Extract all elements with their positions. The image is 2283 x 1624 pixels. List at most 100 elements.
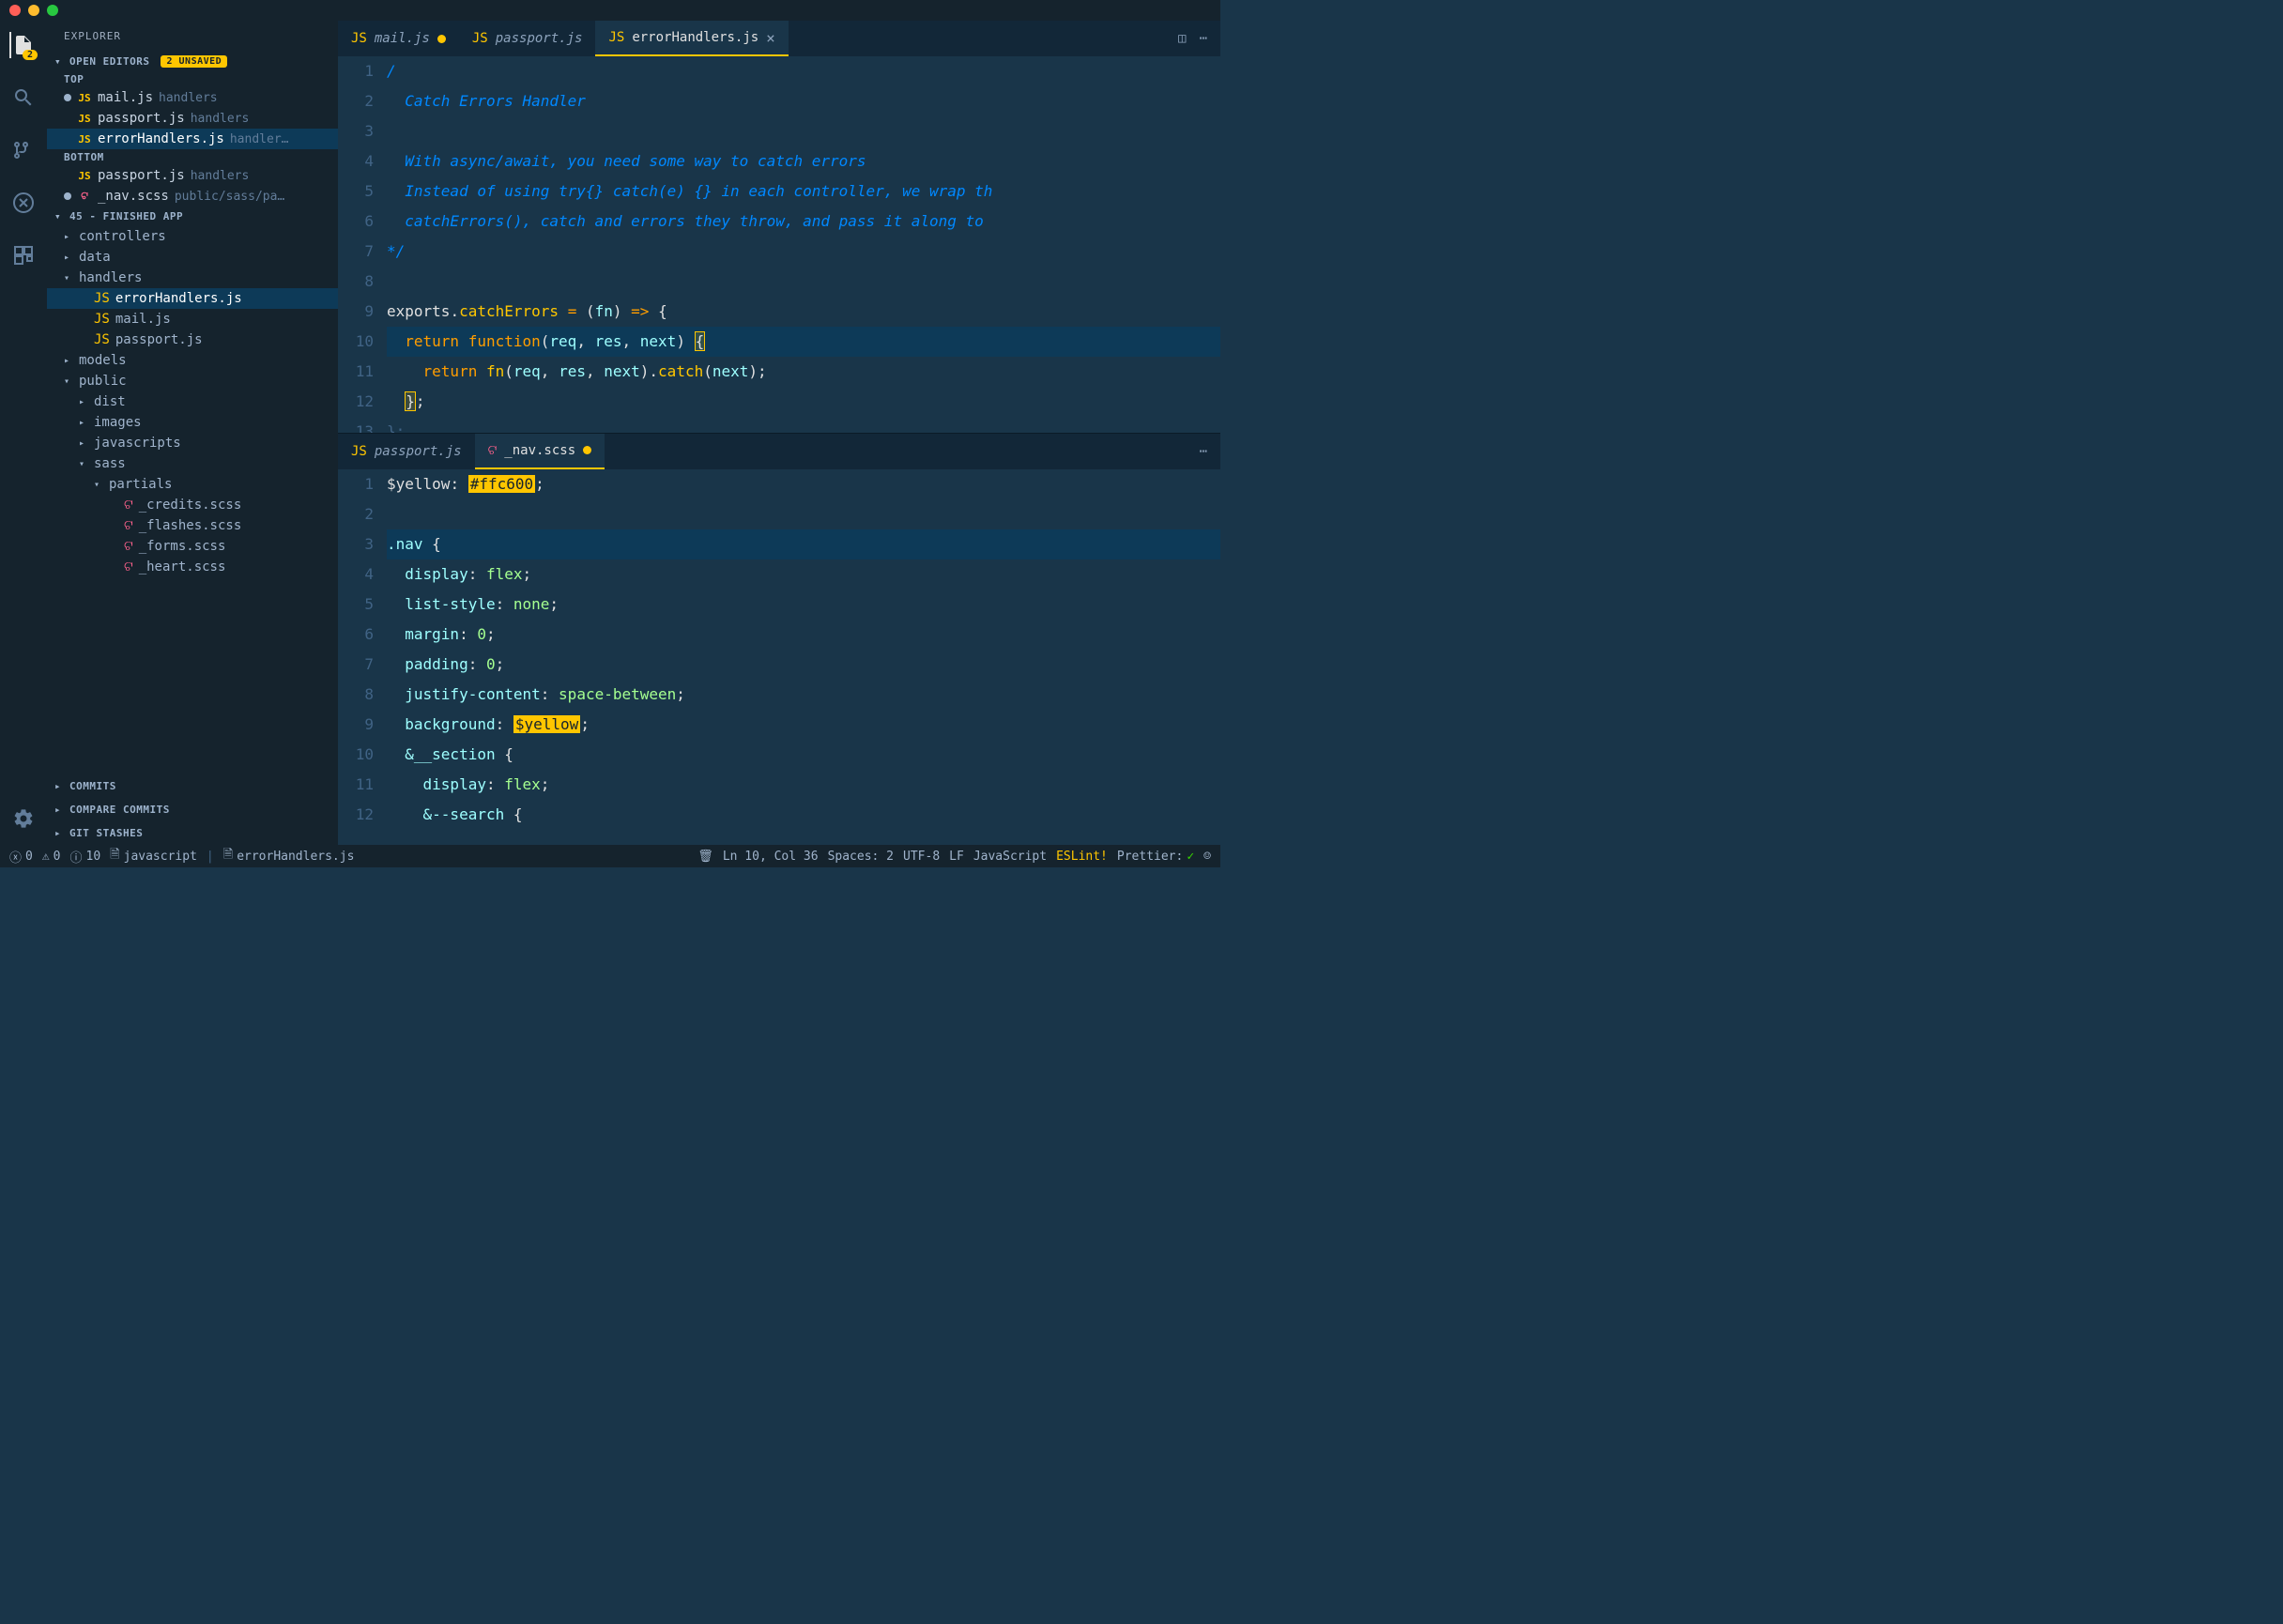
window-minimize-button[interactable]: [28, 5, 39, 16]
status-info[interactable]: ⓘ 10: [70, 848, 101, 866]
status-spaces[interactable]: Spaces: 2: [828, 850, 894, 864]
window-close-button[interactable]: [9, 5, 21, 16]
editor-tab[interactable]: ଟ _nav.scss: [475, 434, 605, 469]
tree-item[interactable]: ଟ_forms.scss: [47, 536, 338, 557]
code-line[interactable]: catchErrors(), catch and errors they thr…: [387, 207, 1220, 237]
debug-icon[interactable]: [10, 190, 37, 216]
code-line[interactable]: */: [387, 237, 1220, 267]
tree-item[interactable]: models: [47, 350, 338, 371]
explorer-icon[interactable]: 2: [9, 32, 36, 58]
tree-item[interactable]: sass: [47, 453, 338, 474]
code-line[interactable]: display: flex;: [387, 559, 1220, 590]
file-path: public/sass/pa…: [175, 190, 284, 204]
project-header[interactable]: 45 - FINISHED APP: [47, 207, 338, 226]
line-number: 13: [338, 417, 374, 433]
editor-bottom[interactable]: 123456789101112 $yellow: #ffc600;.nav { …: [338, 469, 1220, 846]
code-line[interactable]: display: flex;: [387, 770, 1220, 800]
code-line[interactable]: [387, 116, 1220, 146]
open-editor-item[interactable]: JS errorHandlers.js handler…: [47, 129, 338, 149]
tree-item[interactable]: handlers: [47, 268, 338, 288]
more-actions-icon[interactable]: ⋯: [1200, 31, 1207, 46]
sidebar-section-header[interactable]: COMMITS: [47, 774, 338, 798]
js-file-icon: JS: [351, 31, 367, 46]
more-actions-icon[interactable]: ⋯: [1200, 444, 1207, 459]
open-editor-item[interactable]: JS passport.js handlers: [47, 165, 338, 186]
code-line[interactable]: [387, 267, 1220, 297]
status-warnings[interactable]: ⚠ 0: [42, 850, 61, 864]
editor-tab[interactable]: JS errorHandlers.js ×: [595, 21, 788, 56]
code-line[interactable]: padding: 0;: [387, 650, 1220, 680]
tree-item[interactable]: dist: [47, 391, 338, 412]
source-control-icon[interactable]: [10, 137, 37, 163]
code-line[interactable]: Instead of using try{} catch(e) {} in ea…: [387, 176, 1220, 207]
status-prettier[interactable]: Prettier: ✓: [1117, 850, 1194, 864]
tree-item[interactable]: JSpassport.js: [47, 329, 338, 350]
js-file-icon: JS: [77, 113, 92, 125]
code-line[interactable]: justify-content: space-between;: [387, 680, 1220, 710]
close-icon[interactable]: ×: [766, 29, 775, 47]
file-path: handlers: [191, 112, 250, 126]
status-smiley-icon[interactable]: ☺: [1203, 850, 1211, 864]
tree-item[interactable]: javascripts: [47, 433, 338, 453]
tree-item[interactable]: partials: [47, 474, 338, 495]
open-editors-header[interactable]: OPEN EDITORS 2 UNSAVED: [47, 52, 338, 71]
open-editor-item[interactable]: JS mail.js handlers: [47, 87, 338, 108]
line-number: 1: [338, 56, 374, 86]
settings-icon[interactable]: [10, 805, 37, 832]
tree-item[interactable]: ଟ_flashes.scss: [47, 515, 338, 536]
folder-name: javascripts: [94, 436, 181, 451]
status-position[interactable]: Ln 10, Col 36: [723, 850, 819, 864]
code-line[interactable]: &__section {: [387, 740, 1220, 770]
window-titlebar: [0, 0, 1220, 21]
editor-tab[interactable]: JS mail.js: [338, 21, 459, 56]
sidebar-section-header[interactable]: GIT STASHES: [47, 821, 338, 845]
code-line[interactable]: [387, 499, 1220, 529]
status-language[interactable]: JavaScript: [973, 850, 1047, 864]
status-file[interactable]: 🗎 errorHandlers.js: [223, 846, 355, 866]
editor-top[interactable]: 12345678910111213 / Catch Errors Handler…: [338, 56, 1220, 433]
code-line[interactable]: list-style: none;: [387, 590, 1220, 620]
code-line[interactable]: /: [387, 56, 1220, 86]
code-line[interactable]: Catch Errors Handler: [387, 86, 1220, 116]
line-number: 1: [338, 469, 374, 499]
tree-item[interactable]: ଟ_heart.scss: [47, 557, 338, 577]
tree-item[interactable]: controllers: [47, 226, 338, 247]
file-path: handlers: [191, 169, 250, 183]
code-line[interactable]: return fn(req, res, next).catch(next);: [387, 357, 1220, 387]
tree-item[interactable]: JSmail.js: [47, 309, 338, 329]
sidebar-section-header[interactable]: COMPARE COMMITS: [47, 798, 338, 821]
editor-tab[interactable]: JS passport.js: [338, 434, 475, 469]
js-file-icon: JS: [94, 332, 110, 347]
status-errors[interactable]: ⓧ 0: [9, 848, 33, 866]
code-line[interactable]: .nav {: [387, 529, 1220, 559]
open-editor-item[interactable]: JS passport.js handlers: [47, 108, 338, 129]
status-encoding[interactable]: UTF-8: [903, 850, 940, 864]
tree-item[interactable]: images: [47, 412, 338, 433]
editor-area: JS mail.js JS passport.js JS errorHandle…: [338, 21, 1220, 845]
extensions-icon[interactable]: [10, 242, 37, 268]
status-eslint[interactable]: ESLint!: [1056, 850, 1108, 864]
status-eol[interactable]: LF: [949, 850, 964, 864]
editor-tab[interactable]: JS passport.js: [459, 21, 596, 56]
tree-item[interactable]: ଟ_credits.scss: [47, 495, 338, 515]
tree-item[interactable]: JSerrorHandlers.js: [47, 288, 338, 309]
code-line[interactable]: With async/await, you need some way to c…: [387, 146, 1220, 176]
status-lang-icon[interactable]: 🗎 javascript: [110, 846, 197, 866]
code-line[interactable]: };: [387, 417, 1220, 433]
window-maximize-button[interactable]: [47, 5, 58, 16]
search-icon[interactable]: [10, 84, 37, 111]
split-editor-icon[interactable]: ◫: [1178, 31, 1186, 46]
code-line[interactable]: &--search {: [387, 800, 1220, 830]
code-line[interactable]: return function(req, res, next) {: [387, 327, 1220, 357]
tree-item[interactable]: data: [47, 247, 338, 268]
code-line[interactable]: background: $yellow;: [387, 710, 1220, 740]
code-line[interactable]: $yellow: #ffc600;: [387, 469, 1220, 499]
line-number: 9: [338, 297, 374, 327]
tree-item[interactable]: public: [47, 371, 338, 391]
status-trash-icon[interactable]: 🗑: [697, 850, 713, 864]
open-editor-item[interactable]: ଟ _nav.scss public/sass/pa…: [47, 186, 338, 207]
code-line[interactable]: exports.catchErrors = (fn) => {: [387, 297, 1220, 327]
folder-name: partials: [109, 477, 172, 492]
code-line[interactable]: };: [387, 387, 1220, 417]
code-line[interactable]: margin: 0;: [387, 620, 1220, 650]
